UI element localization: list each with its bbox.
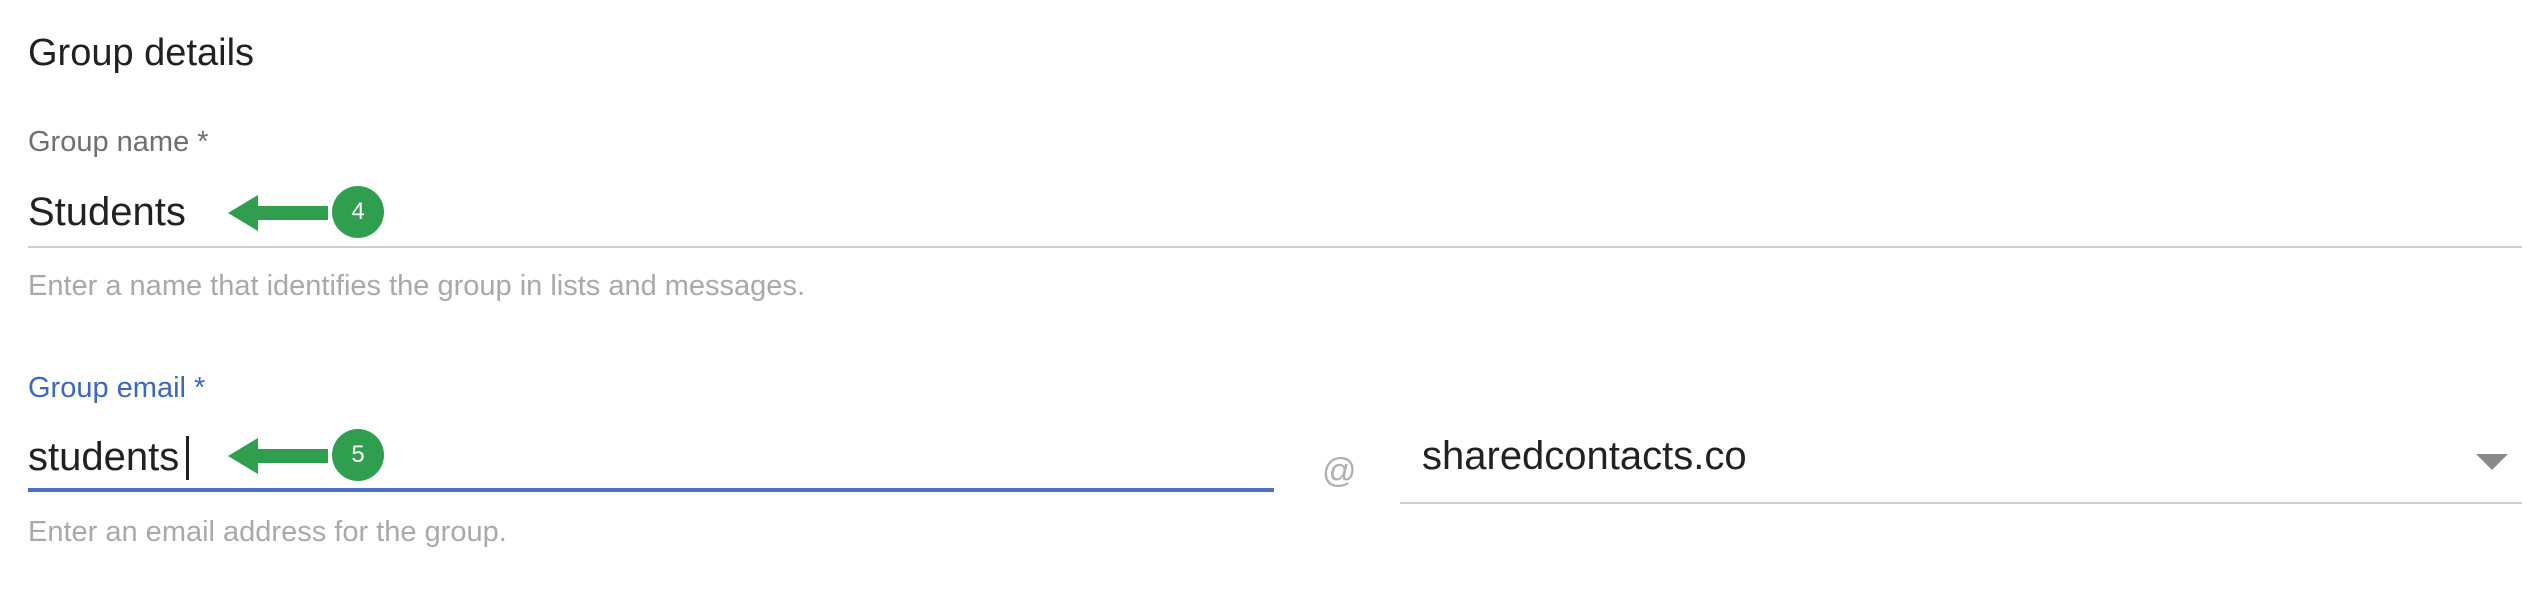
domain-select-underline: [1400, 502, 2522, 504]
annotation-badge: 4: [332, 186, 384, 238]
section-title: Group details: [28, 32, 255, 74]
group-email-label: Group email *: [28, 372, 206, 404]
annotation-arrow-icon: [228, 195, 328, 231]
chevron-down-icon[interactable]: [2476, 454, 2508, 470]
group-name-underline: [28, 246, 2522, 248]
domain-select-value: sharedcontacts.co: [1422, 434, 1747, 478]
text-cursor: [186, 436, 189, 480]
group-name-label: Group name *: [28, 126, 209, 158]
group-email-underline: [28, 488, 1274, 492]
group-name-input[interactable]: Students: [28, 188, 186, 236]
domain-select[interactable]: sharedcontacts.co: [1400, 420, 2522, 506]
group-name-helper-text: Enter a name that identifies the group i…: [28, 270, 805, 302]
annotation-badge: 5: [332, 429, 384, 481]
at-symbol: @: [1322, 452, 1357, 490]
group-email-helper-text: Enter an email address for the group.: [28, 516, 507, 548]
group-email-input[interactable]: students: [28, 433, 179, 481]
annotation-arrow-icon: [228, 438, 328, 474]
